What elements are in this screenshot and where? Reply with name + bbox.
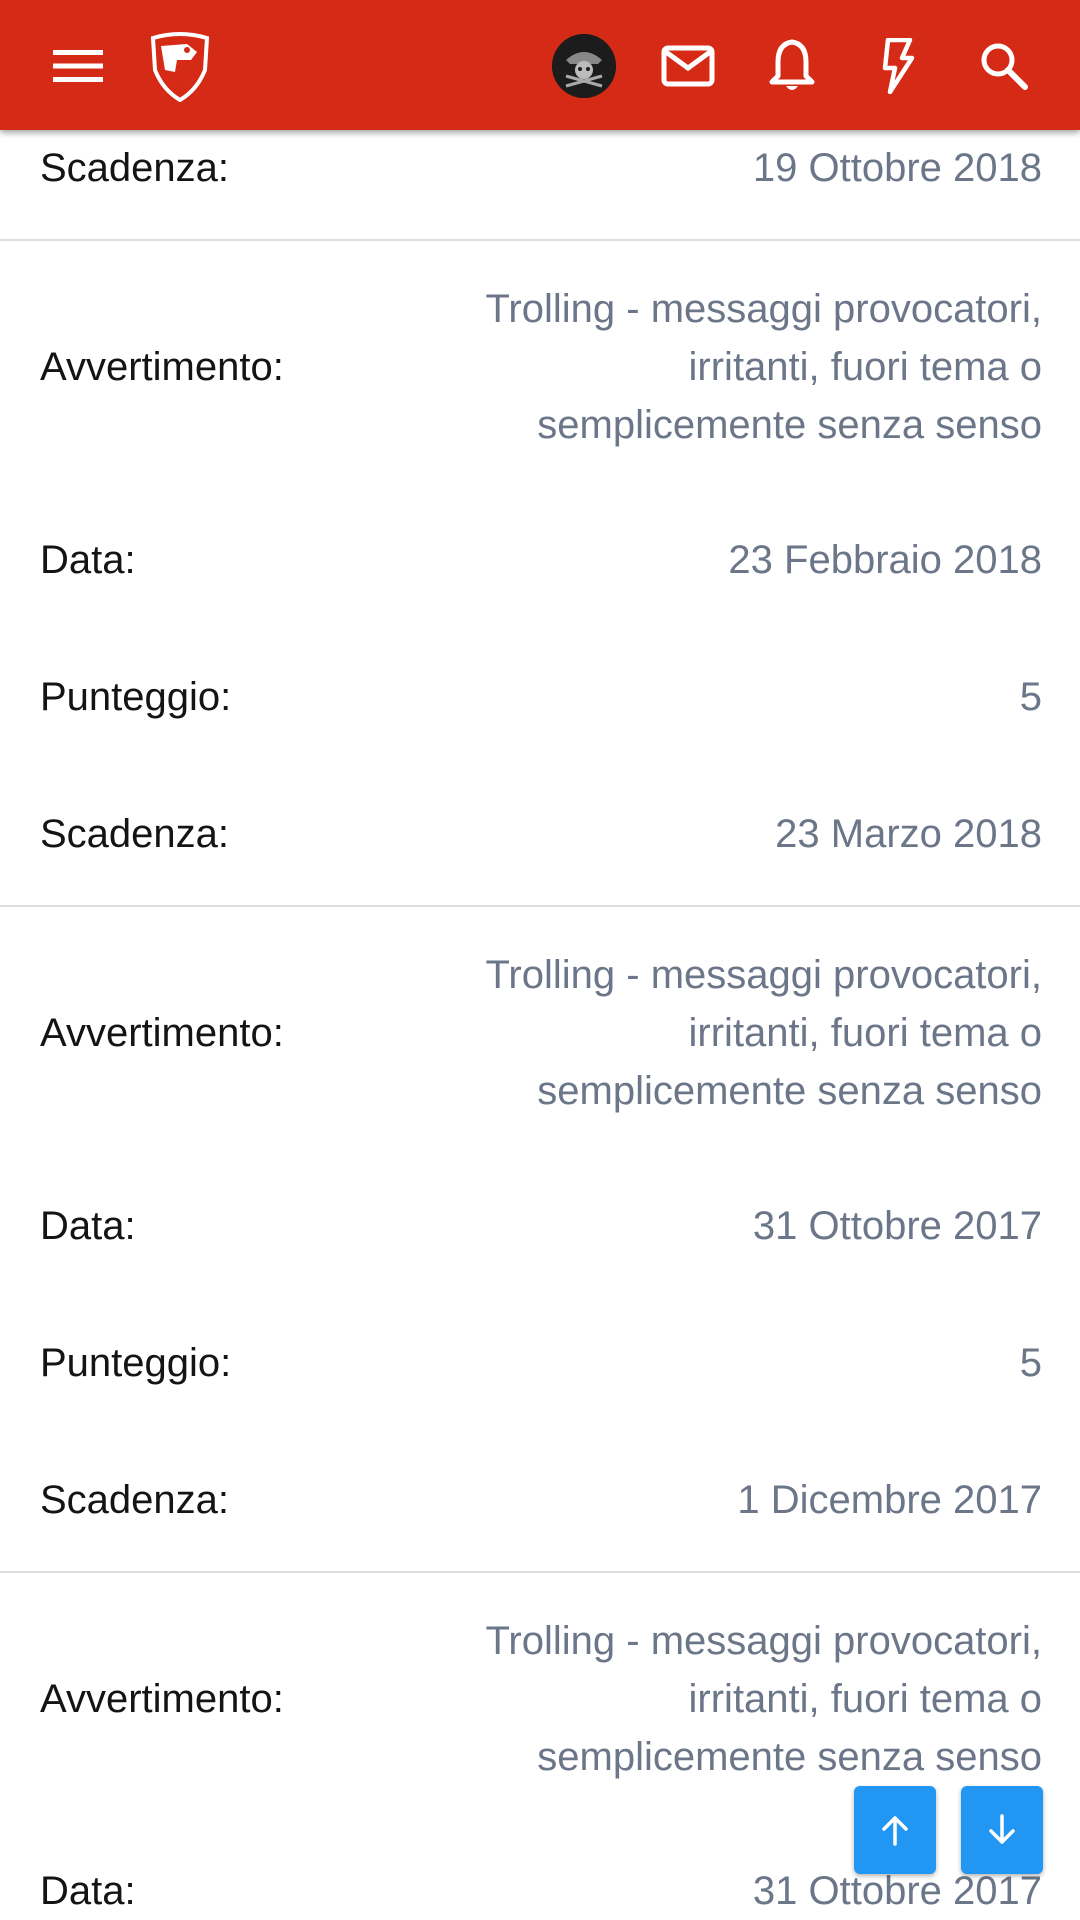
warning-label: Avvertimento: (40, 344, 284, 389)
expiry-row: Scadenza: 1 Dicembre 2017 (40, 1471, 1042, 1529)
expiry-value: 23 Marzo 2018 (775, 812, 1042, 856)
warning-reason-line: irritanti, fuori tema o (688, 345, 1042, 389)
menu-button[interactable] (46, 40, 110, 92)
date-row: Data: 31 Ottobre 2017 (40, 1197, 1042, 1255)
warning-reason-line: semplicemente senza senso (537, 403, 1042, 447)
expiry-value: 1 Dicembre 2017 (737, 1478, 1042, 1522)
bell-icon (769, 39, 815, 90)
alerts-button[interactable] (762, 34, 822, 98)
arrow-up-icon (882, 1816, 908, 1846)
expiry-row: Scadenza: 23 Marzo 2018 (40, 805, 1042, 863)
whats-new-button[interactable] (868, 34, 928, 98)
mail-icon (661, 45, 715, 87)
entry-divider (0, 1571, 1080, 1573)
warning-reason-row: Avvertimento: Trolling - messaggi provoc… (40, 1612, 1042, 1786)
warning-reason-line: Trolling - messaggi provocatori, (485, 953, 1042, 997)
top-app-bar (0, 0, 1080, 130)
warning-reason-line: semplicemente senza senso (537, 1735, 1042, 1779)
entry-divider (0, 239, 1080, 241)
menu-icon (53, 50, 103, 82)
warning-reason: Trolling - messaggi provocatori, irritan… (485, 280, 1042, 454)
arrow-down-icon (989, 1814, 1015, 1844)
bolt-icon (882, 38, 915, 94)
scroll-to-top-button[interactable] (854, 1786, 936, 1874)
warning-reason-line: Trolling - messaggi provocatori, (485, 287, 1042, 331)
expiry-label: Scadenza: (40, 1477, 230, 1522)
points-value: 5 (1019, 1341, 1042, 1385)
inbox-button[interactable] (658, 38, 718, 94)
expiry-label: Scadenza: (40, 145, 230, 190)
date-label: Data: (40, 1868, 136, 1913)
points-row: Punteggio: 5 (40, 668, 1042, 726)
pirate-avatar-icon (552, 34, 616, 98)
site-logo[interactable] (146, 30, 214, 102)
date-value: 23 Febbraio 2018 (728, 538, 1042, 582)
warning-reason-row: Avvertimento: Trolling - messaggi provoc… (40, 946, 1042, 1120)
entry-divider (0, 905, 1080, 907)
warning-reason-line: irritanti, fuori tema o (688, 1677, 1042, 1721)
points-label: Punteggio: (40, 674, 232, 719)
warning-reason-line: semplicemente senza senso (537, 1069, 1042, 1113)
expiry-value: 19 Ottobre 2018 (752, 146, 1042, 190)
date-label: Data: (40, 537, 136, 582)
warning-label: Avvertimento: (40, 1676, 284, 1721)
points-value: 5 (1019, 675, 1042, 719)
user-avatar[interactable] (552, 34, 616, 98)
warning-reason-row: Avvertimento: Trolling - messaggi provoc… (40, 280, 1042, 454)
date-value: 31 Ottobre 2017 (752, 1204, 1042, 1248)
search-button[interactable] (972, 36, 1036, 96)
expiry-row: Scadenza: 19 Ottobre 2018 (40, 140, 1042, 196)
date-label: Data: (40, 1203, 136, 1248)
date-row: Data: 23 Febbraio 2018 (40, 531, 1042, 589)
logo-icon (150, 32, 210, 102)
points-row: Punteggio: 5 (40, 1334, 1042, 1392)
points-label: Punteggio: (40, 1340, 232, 1385)
search-icon (981, 43, 1028, 90)
expiry-label: Scadenza: (40, 811, 230, 856)
warning-reason: Trolling - messaggi provocatori, irritan… (485, 1612, 1042, 1786)
warning-reason: Trolling - messaggi provocatori, irritan… (485, 946, 1042, 1120)
warning-label: Avvertimento: (40, 1010, 284, 1055)
scroll-to-bottom-button[interactable] (961, 1786, 1043, 1874)
warning-reason-line: Trolling - messaggi provocatori, (485, 1619, 1042, 1663)
warning-reason-line: irritanti, fuori tema o (688, 1011, 1042, 1055)
